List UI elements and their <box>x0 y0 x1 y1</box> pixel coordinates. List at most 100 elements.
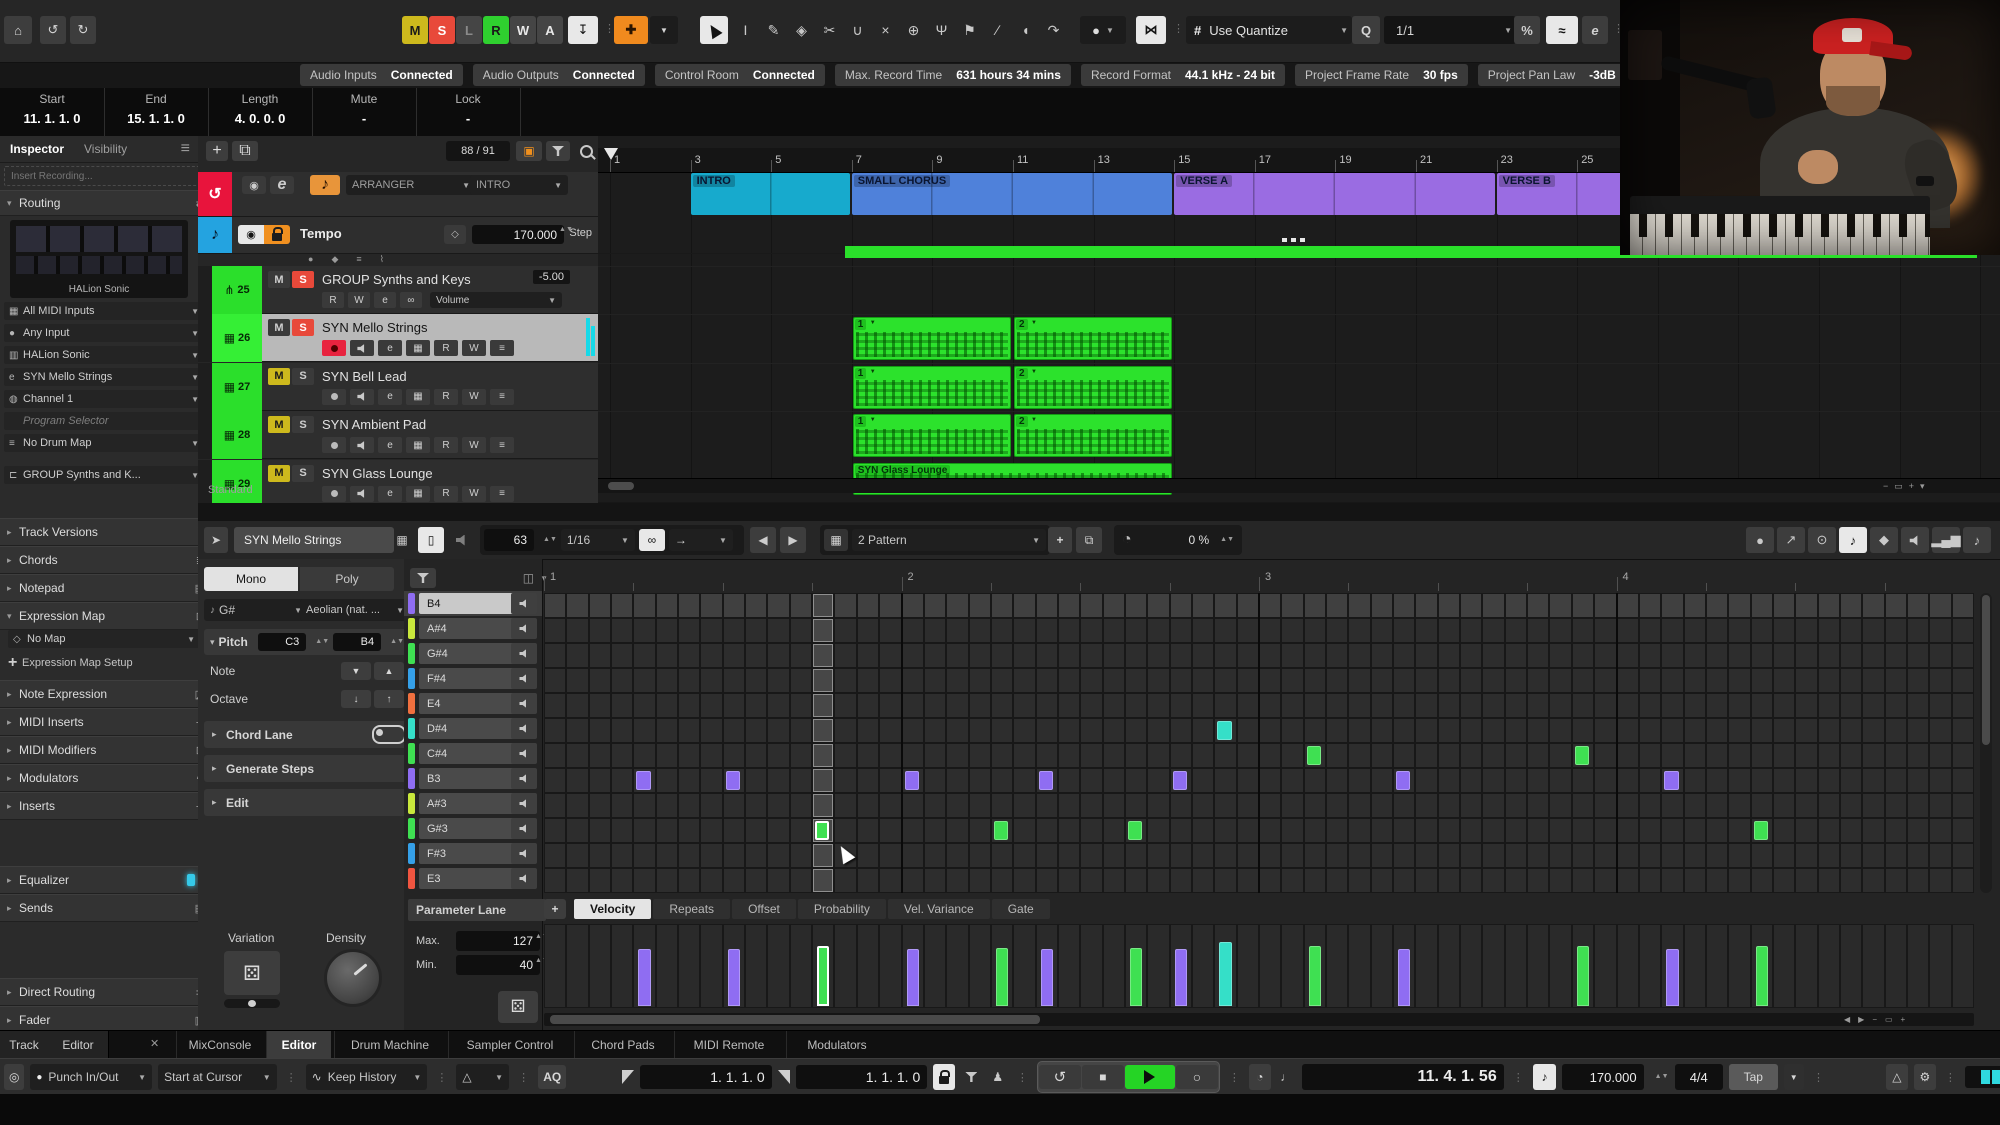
step-cell[interactable] <box>1193 769 1213 792</box>
step-cell[interactable] <box>1416 844 1436 867</box>
step-cell[interactable] <box>835 619 855 642</box>
step-cell[interactable] <box>1796 819 1816 842</box>
draw-tool[interactable]: ✎ <box>760 16 787 44</box>
step-cell[interactable] <box>835 769 855 792</box>
step-cell[interactable] <box>545 744 565 767</box>
lane-name-pill[interactable]: E4 <box>419 693 515 714</box>
step-cell[interactable] <box>1930 594 1950 617</box>
tempo-value-display[interactable]: 170.000 <box>472 225 564 244</box>
velocity-bar[interactable] <box>1309 946 1321 1006</box>
step-cell[interactable] <box>1193 794 1213 817</box>
step-cell[interactable] <box>1260 744 1280 767</box>
record-arm-button[interactable] <box>322 340 346 356</box>
step-cell[interactable] <box>1037 644 1057 667</box>
audition-volume-icon[interactable] <box>1901 527 1929 553</box>
step-cell[interactable] <box>634 819 654 842</box>
step-cell[interactable] <box>1618 719 1638 742</box>
root-note-dropdown[interactable]: ♪G#▼ <box>204 599 308 621</box>
step-cell[interactable] <box>1707 594 1727 617</box>
step-cell[interactable] <box>1349 694 1369 717</box>
step-cell[interactable] <box>1014 744 1034 767</box>
step-cell[interactable] <box>590 694 610 717</box>
note-step[interactable] <box>1664 771 1678 790</box>
step-cell[interactable] <box>1930 769 1950 792</box>
mute-note-icon[interactable]: ♪ <box>1963 527 1991 553</box>
step-cell[interactable] <box>1819 619 1839 642</box>
step-cell[interactable] <box>813 769 833 792</box>
step-cell[interactable] <box>1685 719 1705 742</box>
step-cell[interactable] <box>880 694 900 717</box>
lane-audition-button[interactable] <box>511 843 537 864</box>
step-cell[interactable] <box>1528 844 1548 867</box>
velocity-column[interactable] <box>1863 925 1883 1007</box>
step-cell[interactable] <box>947 594 967 617</box>
step-cell[interactable] <box>746 744 766 767</box>
step-cell[interactable] <box>590 644 610 667</box>
mini-icon[interactable]: ⌇ <box>380 254 384 265</box>
step-cell[interactable] <box>590 719 610 742</box>
step-cell[interactable] <box>1752 594 1772 617</box>
step-cell[interactable] <box>1349 669 1369 692</box>
inspector-section-sends[interactable]: ▸Sends▤ <box>0 894 212 922</box>
glue-tool[interactable]: ∪ <box>844 16 871 44</box>
step-cell[interactable] <box>1104 669 1124 692</box>
step-cell[interactable] <box>1819 819 1839 842</box>
step-cell[interactable] <box>1774 644 1794 667</box>
step-cell[interactable] <box>1416 644 1436 667</box>
step-cell[interactable] <box>1774 744 1794 767</box>
midi-clip[interactable]: 1▼ <box>853 366 1011 409</box>
step-cell[interactable] <box>612 619 632 642</box>
step-cell[interactable] <box>1126 594 1146 617</box>
step-cell[interactable] <box>880 819 900 842</box>
expression-map-setup-button[interactable]: +Expression Map Setup <box>8 654 190 672</box>
autoscroll-button[interactable]: ↧ <box>568 16 598 44</box>
editor-zoom-icon[interactable]: ▭ <box>1885 1015 1893 1024</box>
step-cell[interactable] <box>1260 694 1280 717</box>
step-cell[interactable] <box>1640 769 1660 792</box>
record-button[interactable]: ○ <box>1176 1065 1218 1089</box>
velocity-bar[interactable] <box>1130 948 1142 1006</box>
step-cell[interactable] <box>1729 794 1749 817</box>
param-tab-gate[interactable]: Gate <box>992 899 1050 919</box>
step-cell[interactable] <box>590 869 610 892</box>
channel-l-button[interactable]: L <box>456 16 482 44</box>
velocity-column[interactable] <box>970 925 990 1007</box>
step-cell[interactable] <box>1908 869 1928 892</box>
step-cell[interactable] <box>1863 644 1883 667</box>
w2-button[interactable]: W <box>462 389 486 405</box>
step-cell[interactable] <box>1640 619 1660 642</box>
mute-button[interactable]: M <box>268 368 290 385</box>
step-cell[interactable] <box>970 869 990 892</box>
step-cell[interactable] <box>724 694 744 717</box>
step-cell[interactable] <box>657 719 677 742</box>
step-cell[interactable] <box>1416 694 1436 717</box>
step-cell[interactable] <box>1305 794 1325 817</box>
step-cell[interactable] <box>1282 844 1302 867</box>
step-cell[interactable] <box>1171 719 1191 742</box>
step-cell[interactable] <box>634 744 654 767</box>
step-cell[interactable] <box>791 869 811 892</box>
info-value[interactable]: 4. 0. 0. 0 <box>208 111 312 126</box>
step-cell[interactable] <box>813 794 833 817</box>
step-cell[interactable] <box>1394 644 1414 667</box>
step-cell[interactable] <box>567 644 587 667</box>
event-colors-icon[interactable]: ◆ <box>1870 527 1898 553</box>
step-cell[interactable] <box>1618 744 1638 767</box>
step-cell[interactable] <box>746 694 766 717</box>
step-cell[interactable] <box>1707 719 1727 742</box>
step-cell[interactable] <box>1126 719 1146 742</box>
velocity-column[interactable] <box>1930 925 1950 1007</box>
step-cell[interactable] <box>701 594 721 617</box>
step-cell[interactable] <box>1104 794 1124 817</box>
e-button[interactable]: e <box>378 486 402 502</box>
step-cell[interactable] <box>1416 819 1436 842</box>
step-cell[interactable] <box>1081 769 1101 792</box>
step-cell[interactable] <box>1506 619 1526 642</box>
step-cell[interactable] <box>1260 619 1280 642</box>
step-cell[interactable] <box>835 694 855 717</box>
lane-audition-button[interactable] <box>511 643 537 664</box>
step-cell[interactable] <box>1662 619 1682 642</box>
step-cell[interactable] <box>1014 844 1034 867</box>
step-cell[interactable] <box>1394 669 1414 692</box>
step-cell[interactable] <box>1349 594 1369 617</box>
